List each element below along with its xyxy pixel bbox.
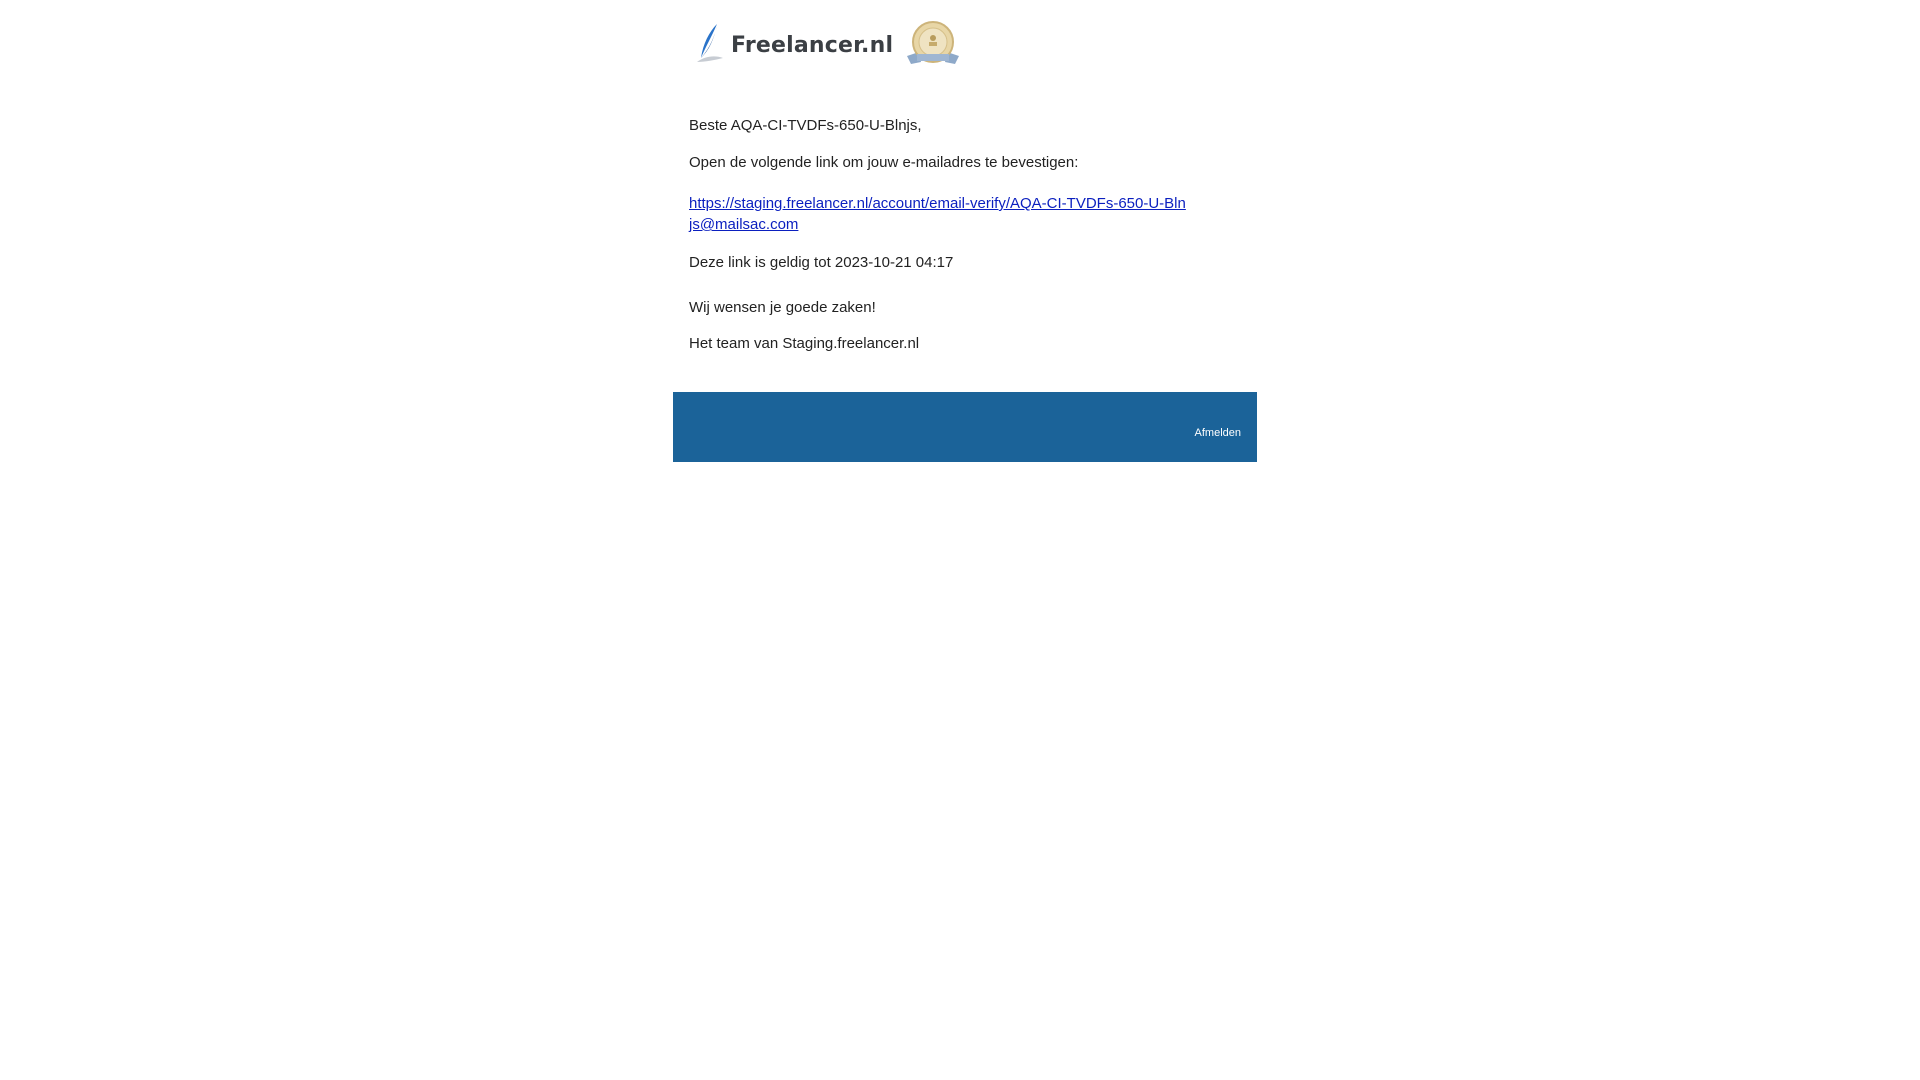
signature-text: Het team van Staging.freelancer.nl — [689, 335, 920, 352]
award-badge-icon — [901, 20, 965, 68]
verify-email-link[interactable]: https://staging.freelancer.nl/account/em… — [689, 195, 1186, 233]
greeting-text: Beste AQA-CI-TVDFs-650-U-Blnjs, — [689, 117, 922, 134]
verify-link-block: https://staging.freelancer.nl/account/em… — [689, 193, 1189, 235]
email-footer: Afmelden — [673, 392, 1257, 462]
feather-icon — [695, 22, 725, 69]
validity-text: Deze link is geldig tot 2023-10-21 04:17 — [689, 254, 954, 271]
unsubscribe-link[interactable]: Afmelden — [1195, 427, 1241, 439]
closing-wish: Wij wensen je goede zaken! — [689, 299, 876, 316]
email-container: Freelancer.nl Beste AQA-CI-TVDFs-650-U-B… — [673, 0, 1257, 462]
intro-text: Open de volgende link om jouw e-mailadre… — [689, 154, 1079, 171]
email-header: Freelancer.nl — [673, 0, 1257, 80]
freelancer-logo[interactable]: Freelancer.nl — [695, 22, 893, 69]
logo-text: Freelancer.nl — [731, 33, 894, 58]
